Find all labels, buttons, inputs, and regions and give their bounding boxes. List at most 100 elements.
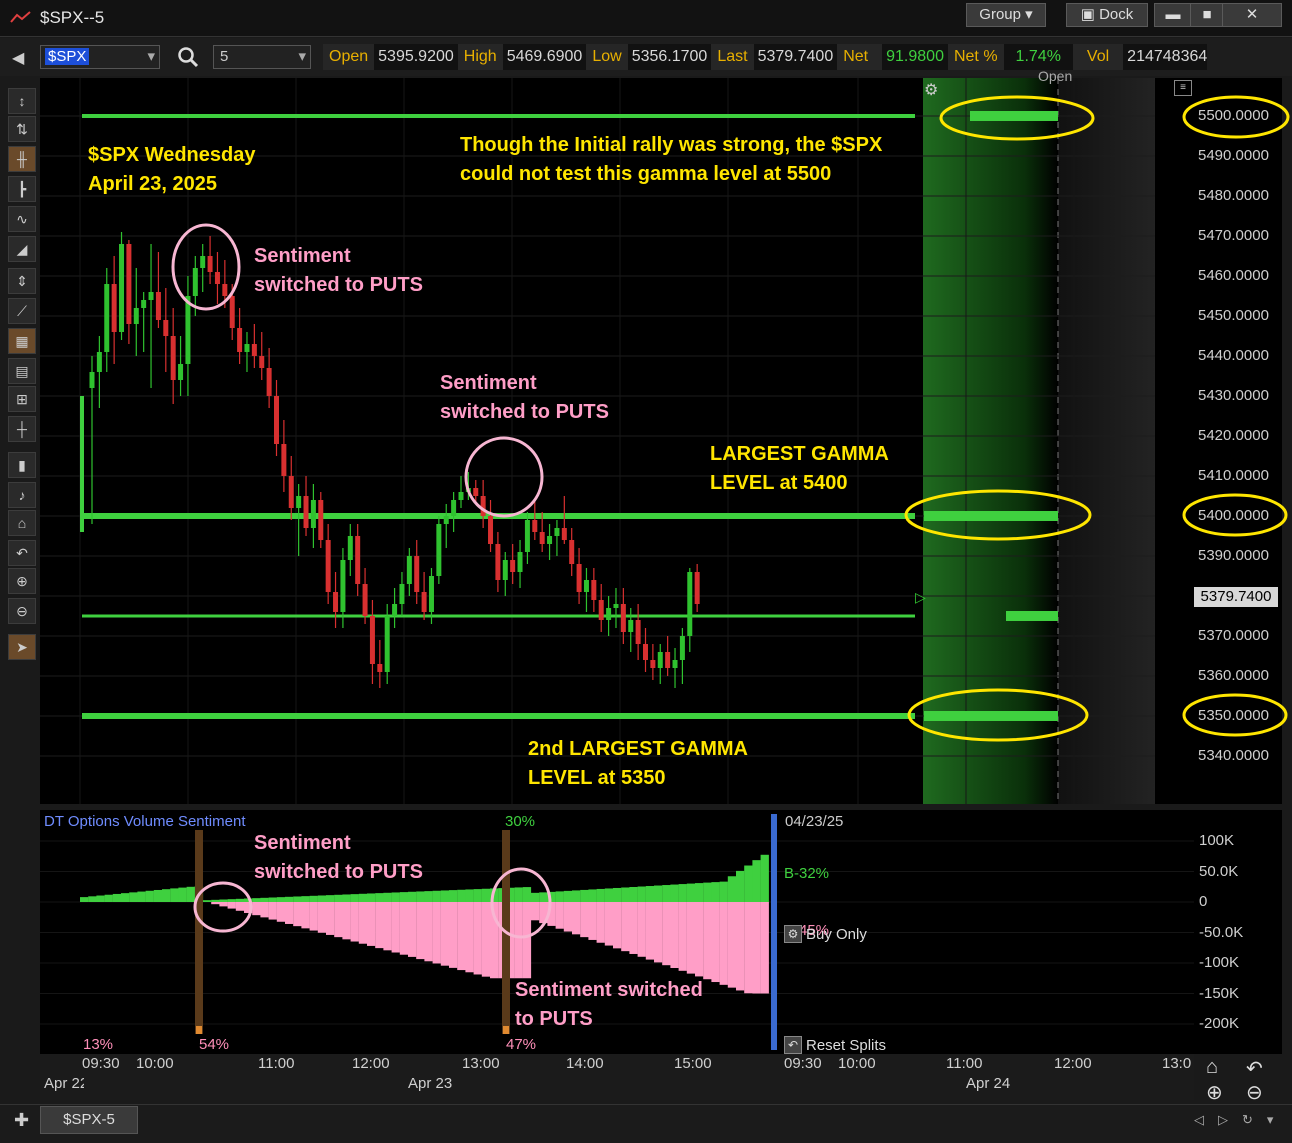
buy-volume-bar bbox=[137, 891, 146, 902]
candle-body bbox=[672, 660, 678, 668]
candle-body bbox=[643, 644, 648, 660]
indicator-pct-top: 30% bbox=[505, 813, 536, 830]
zoom-out-icon[interactable]: ⊖ bbox=[8, 598, 36, 624]
minimize-button[interactable]: ▬ bbox=[1154, 3, 1192, 27]
prev-tab-icon[interactable]: ◁ bbox=[1194, 1112, 1204, 1128]
pct-bottom-2: 54% bbox=[199, 1036, 230, 1053]
trendline-icon[interactable]: ⟋ bbox=[8, 298, 36, 324]
candle-body bbox=[406, 556, 412, 584]
candle-body bbox=[635, 620, 641, 644]
next-tab-icon[interactable]: ▷ bbox=[1218, 1112, 1228, 1128]
sell-volume-bar bbox=[326, 902, 335, 935]
group-button[interactable]: Group ▾ bbox=[966, 3, 1046, 27]
sell-volume-bar bbox=[604, 902, 614, 946]
bars-icon[interactable]: ┣ bbox=[8, 176, 36, 202]
time-tick-label: 15:00 bbox=[674, 1055, 712, 1072]
candle-body bbox=[679, 636, 685, 660]
buy-volume-bar bbox=[752, 860, 761, 902]
buy-volume-bar bbox=[522, 887, 532, 902]
buy-volume-bar bbox=[153, 889, 163, 902]
sell-volume-bar bbox=[309, 902, 318, 931]
candle-body bbox=[333, 592, 339, 612]
candle-body bbox=[554, 528, 560, 536]
buy-volume-bar bbox=[744, 865, 753, 902]
undo-icon[interactable]: ↶ bbox=[8, 540, 36, 566]
refresh-icon[interactable]: ↻ bbox=[1242, 1112, 1253, 1128]
sell-volume-bar bbox=[383, 902, 392, 951]
undo-icon[interactable]: ↶ bbox=[1246, 1056, 1263, 1081]
candle-body bbox=[421, 592, 427, 612]
time-tick-label: 09:30 bbox=[784, 1055, 822, 1072]
chevron-down-icon: ▾ bbox=[1025, 6, 1033, 23]
buy-volume-bar bbox=[572, 890, 581, 902]
dock-button[interactable]: ▣ Dock bbox=[1066, 3, 1148, 27]
tab-spx-5[interactable]: $SPX-5 bbox=[40, 1106, 138, 1134]
rally-line-1: Though the Initial rally was strong, the… bbox=[460, 134, 883, 156]
buy-volume-bar bbox=[440, 890, 450, 902]
pointer-icon[interactable]: ➤ bbox=[8, 634, 36, 660]
back-arrow-icon[interactable]: ◀ bbox=[12, 48, 24, 68]
sell-volume-bar bbox=[465, 902, 474, 973]
note-icon[interactable]: ♪ bbox=[8, 482, 36, 508]
sell-volume-bar bbox=[670, 902, 679, 969]
zoom-in-icon[interactable]: ⊕ bbox=[1206, 1080, 1223, 1105]
sell-volume-bar bbox=[350, 902, 359, 942]
gamma-2-line-2: LEVEL at 5350 bbox=[528, 767, 666, 789]
sentiment-annotation-1: Sentiment switched to PUTS bbox=[254, 242, 423, 300]
search-icon[interactable] bbox=[177, 46, 199, 68]
line-chart-icon[interactable]: ∿ bbox=[8, 206, 36, 232]
crosshair-icon[interactable]: ┼ bbox=[8, 416, 36, 442]
sell-volume-bar bbox=[391, 902, 400, 953]
buy-volume-bar bbox=[760, 854, 769, 902]
candle-body bbox=[392, 604, 398, 616]
chart-app-icon bbox=[10, 11, 31, 23]
move-icon[interactable]: ⇅ bbox=[8, 116, 36, 142]
zoom-in-icon[interactable]: ⊕ bbox=[8, 568, 36, 594]
symbol-input[interactable]: $SPX ▾ bbox=[40, 45, 160, 69]
sell-volume-bar bbox=[678, 902, 687, 971]
candle-body bbox=[414, 556, 420, 592]
buy-volume-bar bbox=[383, 892, 392, 902]
candle-body bbox=[119, 244, 125, 332]
chevron-down-icon[interactable]: ▾ bbox=[1267, 1112, 1274, 1128]
table-icon[interactable]: ▤ bbox=[8, 358, 36, 384]
title-line-1: $SPX Wednesday bbox=[88, 144, 256, 166]
brush-icon[interactable]: ▮ bbox=[8, 452, 36, 478]
sentiment-2-line-1: Sentiment bbox=[440, 372, 537, 394]
sentiment-circle-1 bbox=[171, 223, 241, 311]
sell-volume-bar bbox=[695, 902, 704, 977]
pct-bottom-3: 47% bbox=[506, 1036, 537, 1053]
candle-body bbox=[340, 560, 346, 612]
pct-bottom-1: 13% bbox=[83, 1036, 114, 1053]
net-percent-value: 1.74% bbox=[1003, 44, 1073, 70]
sell-volume-bar bbox=[399, 902, 409, 955]
candle-body bbox=[384, 616, 390, 672]
title-annotation: $SPX Wednesday April 23, 2025 bbox=[88, 141, 255, 199]
gamma-annotation-2: 2nd LARGEST GAMMA LEVEL at 5350 bbox=[528, 735, 748, 793]
area-chart-icon[interactable]: ◢ bbox=[8, 236, 36, 262]
sentiment-4-line-1: Sentiment switched bbox=[515, 979, 703, 1001]
time-tick-label: 10:00 bbox=[136, 1055, 174, 1072]
time-tick-label: 11:00 bbox=[258, 1055, 295, 1072]
panel-grid-icon[interactable]: ⊞ bbox=[8, 386, 36, 412]
grid-icon[interactable]: ▦ bbox=[8, 328, 36, 354]
zoom-out-icon[interactable]: ⊖ bbox=[1246, 1080, 1263, 1105]
sell-volume-bar bbox=[711, 902, 720, 983]
cursor-cross-icon[interactable]: ↕ bbox=[8, 88, 36, 114]
high-label: High bbox=[457, 44, 503, 70]
add-tab-icon[interactable]: ✚ bbox=[14, 1110, 29, 1131]
candle-body bbox=[89, 372, 95, 388]
reset-splits-button[interactable]: ↶ Reset Splits bbox=[784, 1036, 886, 1054]
home-icon[interactable]: ⌂ bbox=[1206, 1056, 1218, 1079]
candles-icon[interactable]: ╫ bbox=[8, 146, 36, 172]
sell-volume-bar bbox=[719, 902, 728, 985]
close-button[interactable]: ✕ bbox=[1222, 3, 1282, 27]
maximize-button[interactable]: ■ bbox=[1190, 3, 1224, 27]
buy-volume-bar bbox=[350, 894, 359, 902]
buy-only-toggle[interactable]: ⚙ Buy Only bbox=[784, 925, 867, 943]
vertical-scale-icon[interactable]: ⇕ bbox=[8, 268, 36, 294]
home-icon[interactable]: ⌂ bbox=[8, 510, 36, 536]
interval-select[interactable]: 5 ▾ bbox=[213, 45, 311, 69]
indicator-tick-label: 50.0K bbox=[1199, 862, 1239, 880]
indicator-date: 04/23/25 bbox=[785, 813, 844, 830]
